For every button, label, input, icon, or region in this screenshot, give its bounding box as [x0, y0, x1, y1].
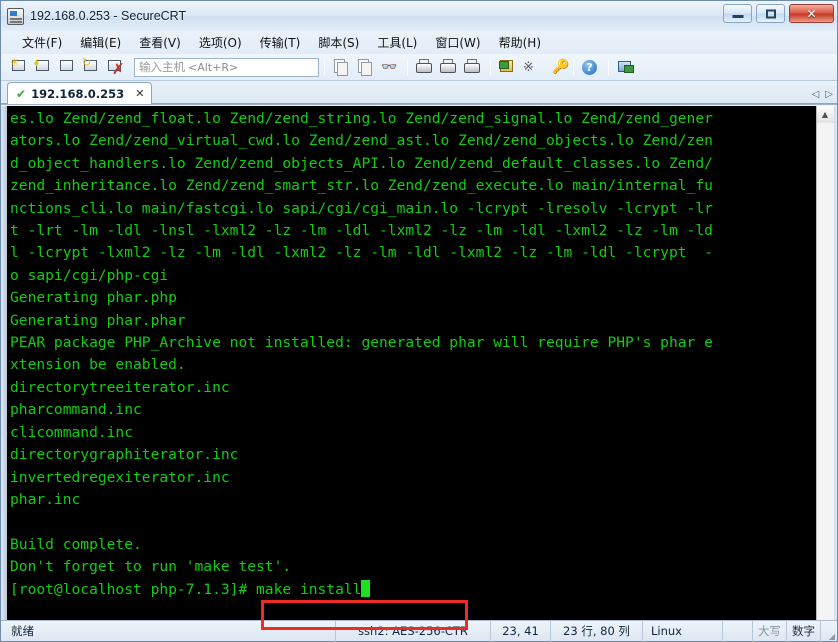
minimize-icon	[732, 15, 743, 19]
new-session-icon[interactable]: ✳	[9, 57, 31, 78]
menu-bar: 文件(F) 编辑(E) 查看(V) 选项(O) 传输(T) 脚本(S) 工具(L…	[1, 31, 837, 54]
close-button[interactable]: ✕	[789, 4, 834, 23]
connected-check-icon: ✔	[16, 86, 27, 101]
key-icon[interactable]: 🔑	[544, 57, 569, 78]
menu-view[interactable]: 查看(V)	[130, 32, 190, 53]
scroll-up-icon[interactable]: ▲	[816, 106, 834, 123]
status-bar: 就绪 ssh2: AES-256-CTR 23, 41 23 行, 80 列 L…	[1, 620, 837, 642]
securecrt-window: 192.168.0.253 - SecureCRT ✕ 文件(F) 编辑(E) …	[0, 0, 838, 642]
paste-icon[interactable]	[354, 57, 376, 78]
terminal-prompt-line: [root@localhost php-7.1.3]# make install	[10, 579, 816, 601]
maximize-button[interactable]	[756, 4, 785, 23]
toolbar-separator	[608, 58, 609, 76]
menu-tools[interactable]: 工具(L)	[368, 32, 426, 53]
toolbar-separator	[324, 58, 325, 76]
close-tab-icon[interactable]: ✕	[135, 87, 144, 100]
tab-192-168-0-253[interactable]: ✔ 192.168.0.253 ✕	[7, 82, 153, 104]
maximize-icon	[765, 9, 776, 18]
toolbar: ✳ ⬧ ↻ ✗ 输入主机 <Alt+R> 👓 ※ 🔑 ?	[1, 54, 837, 81]
copy-icon[interactable]	[330, 57, 352, 78]
tab-prev-icon[interactable]: ◁	[812, 89, 820, 100]
session-manager-icon[interactable]	[614, 57, 636, 78]
toggle-chat-icon[interactable]: ※	[520, 57, 542, 78]
terminal-right-border	[833, 106, 837, 620]
terminal-output: es.lo Zend/zend_float.lo Zend/zend_strin…	[10, 110, 713, 576]
menu-script[interactable]: 脚本(S)	[309, 32, 368, 53]
menu-file[interactable]: 文件(F)	[13, 32, 71, 53]
status-spacer	[723, 620, 753, 642]
new-tab-icon[interactable]	[57, 57, 79, 78]
resize-grip-icon[interactable]: ◢	[821, 621, 837, 642]
scrollbar-track[interactable]	[816, 123, 834, 620]
reconnect-icon[interactable]: ↻	[81, 57, 103, 78]
help-icon[interactable]: ?	[579, 57, 601, 78]
tab-nav: ◁ ▷	[812, 89, 833, 100]
title-bar: 192.168.0.253 - SecureCRT ✕	[1, 1, 837, 31]
terminal-scrollbar[interactable]: ▲	[816, 106, 834, 620]
window-controls: ✕	[723, 4, 834, 23]
status-cursor-position: 23, 41	[491, 620, 551, 642]
toolbar-separator	[490, 58, 491, 76]
host-placeholder: 输入主机	[139, 60, 185, 74]
close-icon: ✕	[806, 6, 817, 21]
tab-next-icon[interactable]: ▷	[825, 89, 833, 100]
print-screen-icon[interactable]	[413, 57, 435, 78]
status-screen-size: 23 行, 80 列	[551, 620, 643, 642]
app-icon	[7, 7, 24, 25]
host-input[interactable]: 输入主机 <Alt+R>	[134, 57, 319, 77]
toolbar-separator	[573, 58, 574, 76]
print-icon[interactable]	[461, 57, 483, 78]
session-options-icon[interactable]	[496, 57, 518, 78]
window-title: 192.168.0.253 - SecureCRT	[30, 9, 187, 23]
terminal-area: es.lo Zend/zend_float.lo Zend/zend_strin…	[1, 104, 837, 630]
menu-transfer[interactable]: 传输(T)	[251, 32, 310, 53]
status-num-lock: 数字	[787, 620, 821, 642]
status-os: Linux	[643, 620, 723, 642]
find-icon[interactable]: 👓	[378, 57, 400, 78]
tab-strip: ✔ 192.168.0.253 ✕ ◁ ▷	[1, 81, 837, 104]
tab-label: 192.168.0.253	[31, 86, 125, 101]
disconnect-icon[interactable]: ✗	[105, 57, 127, 78]
terminal-cursor	[361, 579, 371, 597]
menu-help[interactable]: 帮助(H)	[490, 32, 550, 53]
status-caps-lock: 大写	[753, 620, 787, 642]
menu-window[interactable]: 窗口(W)	[426, 32, 489, 53]
status-state: 就绪	[1, 620, 336, 642]
status-encryption: ssh2: AES-256-CTR	[336, 620, 491, 642]
host-shortcut-hint: <Alt+R>	[188, 60, 239, 74]
minimize-button[interactable]	[723, 4, 752, 23]
menu-edit[interactable]: 编辑(E)	[71, 32, 130, 53]
log-session-icon[interactable]	[437, 57, 459, 78]
terminal-screen[interactable]: es.lo Zend/zend_float.lo Zend/zend_strin…	[7, 106, 816, 620]
clone-session-icon[interactable]: ⬧	[33, 57, 55, 78]
menu-options[interactable]: 选项(O)	[190, 32, 251, 53]
toolbar-separator	[407, 58, 408, 76]
